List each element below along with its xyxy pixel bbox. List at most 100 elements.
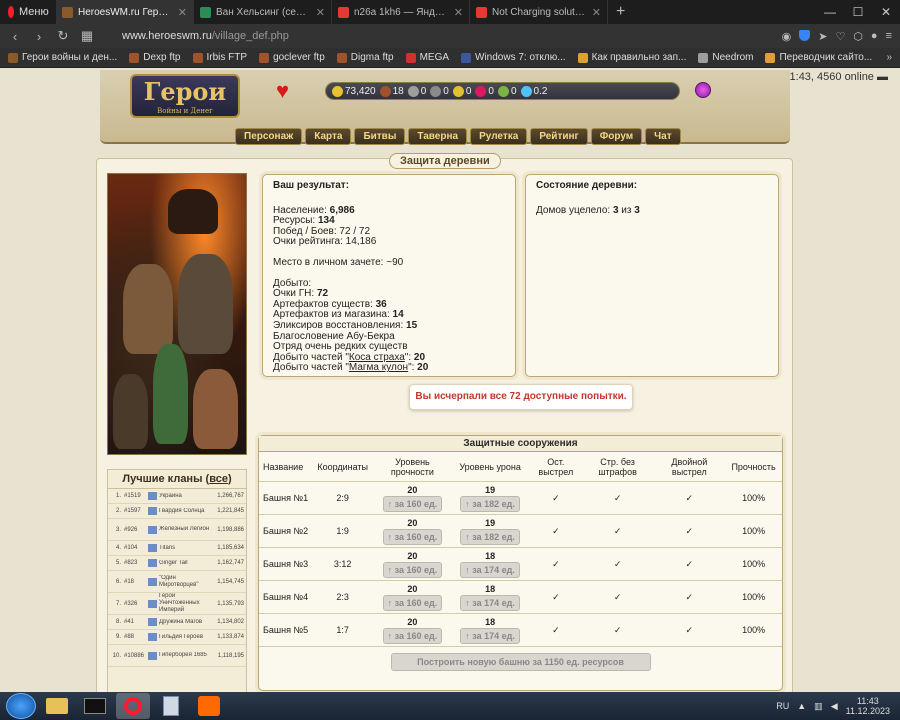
nav-rating[interactable]: Рейтинг xyxy=(530,128,588,145)
tower-coords: 1:7 xyxy=(336,625,349,635)
close-icon[interactable]: ✕ xyxy=(178,6,187,19)
bookmark-item[interactable]: Irbis FTP xyxy=(192,52,247,63)
clan-name[interactable]: Гильдия Героев xyxy=(159,634,214,641)
browser-menu-button[interactable]: Меню xyxy=(0,0,56,24)
health-heart-icon[interactable]: ♥ xyxy=(276,78,289,104)
shield-icon[interactable] xyxy=(799,29,811,41)
camera-icon[interactable]: ◉ xyxy=(782,30,792,43)
upgrade-durability-button[interactable]: ↑ за 160 ед. xyxy=(382,594,443,611)
clan-name[interactable]: Дружина Магов xyxy=(159,619,214,626)
clan-name[interactable]: Гвардия Солнца xyxy=(159,508,214,515)
tray-arrow-icon[interactable]: ▲ xyxy=(797,701,806,711)
taskbar-opera[interactable] xyxy=(116,693,150,719)
game-logo[interactable]: Герои Войны и Денег xyxy=(130,74,240,118)
start-button[interactable] xyxy=(6,693,36,719)
profile-icon[interactable]: ● xyxy=(871,30,878,43)
reload-icon[interactable]: ↻ xyxy=(56,28,70,44)
new-tab-button[interactable]: + xyxy=(608,0,633,24)
magma-link[interactable]: Магма кулон xyxy=(349,362,408,374)
clan-row[interactable]: 1. #1519 Украина 1,266,767 xyxy=(108,489,246,504)
close-icon[interactable]: ✕ xyxy=(316,6,325,19)
upgrade-durability-button[interactable]: ↑ за 160 ед. xyxy=(382,627,443,644)
bookmark-item[interactable]: Windows 7: отклю... xyxy=(461,52,566,63)
taskbar-mi[interactable] xyxy=(192,693,226,719)
tab-youtube[interactable]: Not Charging solution / Sa ✕ xyxy=(470,0,608,24)
clan-row[interactable]: 5. #823 Ginger Tail 1,162,747 xyxy=(108,556,246,571)
bookmark-label: goclever ftp xyxy=(273,52,325,63)
clan-row[interactable]: 9. #88 Гильдия Героев 1,133,874 xyxy=(108,630,246,645)
clan-name[interactable]: Titans xyxy=(159,545,214,552)
nav-roulette[interactable]: Рулетка xyxy=(470,128,528,145)
clan-score: 1,135,793 xyxy=(217,600,244,607)
damage-cell: 19 ↑ за 182 ед. xyxy=(450,518,530,545)
heart-bookmark-icon[interactable]: ♡ xyxy=(835,30,845,43)
clan-name[interactable]: "Один Миротворцев" xyxy=(159,575,214,589)
minimize-icon[interactable]: — xyxy=(816,0,844,24)
facebook-icon xyxy=(461,52,472,63)
bookmark-item[interactable]: Герои войны и ден... xyxy=(8,52,117,63)
window-controls: — ☐ ✕ xyxy=(816,0,900,24)
mana-potion-icon[interactable] xyxy=(695,82,711,98)
back-icon[interactable]: ‹ xyxy=(8,29,22,44)
rating-line: Очки рейтинга: 14,186 xyxy=(273,236,377,248)
clan-row[interactable]: 10. #10886 Гиперборея 1685 1,118,195 xyxy=(108,645,246,667)
clan-row[interactable]: 3. #926 Железный Легион 1,198,886 xyxy=(108,519,246,541)
nav-chat[interactable]: Чат xyxy=(645,128,681,145)
nav-tavern[interactable]: Таверна xyxy=(408,128,468,145)
build-tower-button[interactable]: Построить новую башню за 1150 ед. ресурс… xyxy=(390,653,651,671)
clan-name[interactable]: Гиперборея 1685 xyxy=(159,652,214,659)
upgrade-damage-button[interactable]: ↑ за 174 ед. xyxy=(460,594,520,611)
upgrade-durability-button[interactable]: ↑ за 160 ед. xyxy=(382,528,443,545)
bookmarks-more-button[interactable]: » xyxy=(886,52,892,63)
language-indicator[interactable]: RU xyxy=(776,701,789,711)
clan-row[interactable]: 2. #1597 Гвардия Солнца 1,221,845 xyxy=(108,504,246,519)
nav-map[interactable]: Карта xyxy=(305,128,352,145)
upgrade-damage-button[interactable]: ↑ за 182 ед. xyxy=(460,495,520,512)
volume-icon[interactable]: ◀ xyxy=(831,701,838,712)
all-clans-link[interactable]: все xyxy=(209,473,228,485)
last-shot-check: ✓ xyxy=(552,624,560,635)
close-window-icon[interactable]: ✕ xyxy=(872,0,900,24)
bookmark-item[interactable]: goclever ftp xyxy=(259,52,325,63)
tabs-grid-icon[interactable]: ▦ xyxy=(80,28,94,44)
clan-row[interactable]: 8. #41 Дружина Магов 1,134,802 xyxy=(108,615,246,630)
clan-name[interactable]: Железный Легион xyxy=(159,526,214,533)
bookmark-item[interactable]: Dexp ftp xyxy=(129,52,181,63)
tab-yandex[interactable]: n26a 1kh6 — Яндекс: наш ✕ xyxy=(332,0,470,24)
clan-row[interactable]: 6. #18 "Один Миротворцев" 1,154,745 xyxy=(108,571,246,593)
maximize-icon[interactable]: ☐ xyxy=(844,0,872,24)
cube-icon[interactable]: ⬡ xyxy=(853,30,863,43)
clan-row[interactable]: 4. #104 Titans 1,185,634 xyxy=(108,541,246,556)
bookmark-item[interactable]: Как правильно зап... xyxy=(577,52,686,63)
taskbar-calculator[interactable] xyxy=(154,693,188,719)
tab-van-helsing[interactable]: Ван Хельсинг (сериал, 1-3 ✕ xyxy=(194,0,332,24)
bookmark-item[interactable]: Переводчик сайто... xyxy=(765,52,872,63)
close-icon[interactable]: ✕ xyxy=(454,6,463,19)
clan-name[interactable]: Украина xyxy=(159,493,214,500)
network-icon[interactable]: ▥ xyxy=(814,701,823,712)
share-icon[interactable]: ➤ xyxy=(818,30,827,43)
bookmark-item[interactable]: Digma ftp xyxy=(336,52,394,63)
forward-icon[interactable]: › xyxy=(32,29,46,44)
nav-battles[interactable]: Битвы xyxy=(354,128,406,145)
tab-heroeswm[interactable]: HeroesWM.ru Герои войны и ✕ xyxy=(56,0,194,24)
clock[interactable]: 11:43 11.12.2023 xyxy=(846,696,890,716)
url-field[interactable]: www.heroeswm.ru/village_def.php xyxy=(104,30,772,42)
nav-forum[interactable]: Форум xyxy=(590,128,643,145)
clan-name[interactable]: Герои Уничтоженных Империй xyxy=(159,593,214,614)
upgrade-durability-button[interactable]: ↑ за 160 ед. xyxy=(382,495,443,512)
bookmark-item[interactable]: Needrom xyxy=(698,52,753,63)
bookmark-item[interactable]: MEGA xyxy=(405,52,449,63)
close-icon[interactable]: ✕ xyxy=(592,6,601,19)
taskbar-terminal[interactable] xyxy=(78,693,112,719)
upgrade-damage-button[interactable]: ↑ за 182 ед. xyxy=(460,528,520,545)
upgrade-durability-button[interactable]: ↑ за 160 ед. xyxy=(382,561,443,578)
menu-lines-icon[interactable]: ≡ xyxy=(886,30,892,43)
clan-name[interactable]: Ginger Tail xyxy=(159,560,214,567)
game-header: Герои Войны и Денег ♥ 73,420 18 0 0 0 0 0… xyxy=(100,70,790,145)
upgrade-damage-button[interactable]: ↑ за 174 ед. xyxy=(460,627,520,644)
nav-character[interactable]: Персонаж xyxy=(235,128,303,145)
taskbar-explorer[interactable] xyxy=(40,693,74,719)
upgrade-damage-button[interactable]: ↑ за 174 ед. xyxy=(460,561,520,578)
clan-row[interactable]: 7. #326 Герои Уничтоженных Империй 1,135,79… xyxy=(108,593,246,615)
